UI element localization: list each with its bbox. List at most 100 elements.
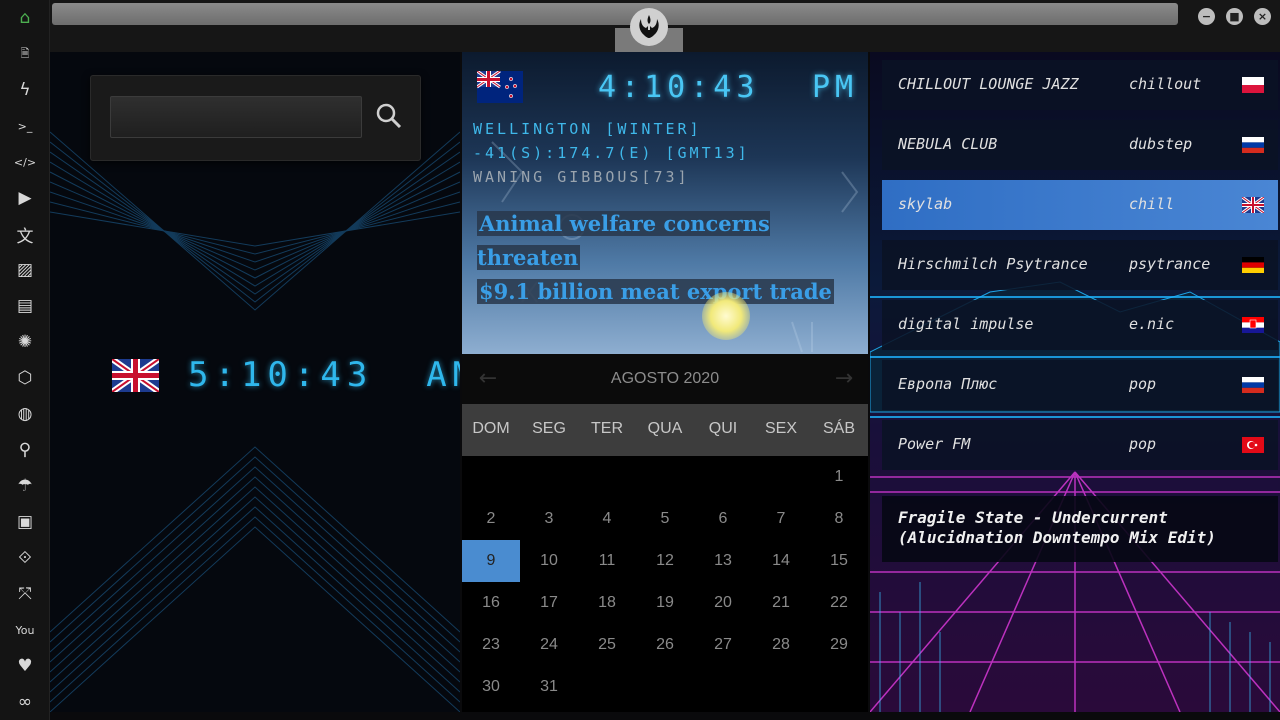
calendar-day[interactable]: 13 — [694, 540, 752, 582]
title-bar[interactable] — [52, 3, 1178, 25]
calendar-day[interactable]: 6 — [694, 498, 752, 540]
coordinates-label: -41(S):174.7(E) [GMT13] — [473, 144, 750, 162]
calendar-day[interactable]: 7 — [752, 498, 810, 540]
search-input[interactable] — [110, 96, 362, 138]
remote-ampm: PM — [812, 70, 859, 105]
station-name: digital impulse — [898, 315, 1034, 333]
radio-station-item[interactable]: CHILLOUT LOUNGE JAZZ chillout — [882, 60, 1278, 110]
station-genre: pop — [1129, 375, 1157, 393]
calendar-day[interactable]: 23 — [462, 624, 520, 666]
calendar-day[interactable]: 27 — [694, 624, 752, 666]
croatia-flag-icon — [1242, 317, 1264, 333]
home-icon[interactable]: ⌂ — [0, 0, 50, 36]
poland-flag-icon — [1242, 77, 1264, 93]
calendar-day[interactable]: 14 — [752, 540, 810, 582]
maximize-button[interactable]: ■ — [1226, 8, 1243, 25]
news-icon[interactable]: ▤ — [0, 288, 50, 324]
terminal-icon[interactable]: >_ — [0, 108, 50, 144]
weekday-label: SÁB — [822, 420, 855, 437]
search-icon[interactable] — [371, 98, 407, 134]
next-month-button[interactable]: → — [832, 366, 856, 391]
hexagon-icon[interactable]: ⬡ — [0, 360, 50, 396]
station-genre: chillout — [1129, 75, 1202, 93]
search-icon[interactable]: ⚲ — [0, 432, 50, 468]
remote-time: 4:10:43 — [598, 70, 760, 105]
contacts-icon[interactable]: ▣ — [0, 504, 50, 540]
station-genre: pop — [1129, 435, 1157, 453]
calendar-day[interactable]: 1 — [810, 456, 868, 498]
calendar-day[interactable]: 24 — [520, 624, 578, 666]
local-time: 5:10:43 AM — [188, 355, 460, 395]
news-headline[interactable]: Animal welfare concerns threaten $9.1 bi… — [477, 207, 837, 309]
translate-icon[interactable]: 文 — [0, 216, 50, 252]
radio-station-item[interactable]: Hirschmilch Psytrance psytrance — [882, 240, 1278, 290]
station-genre: chill — [1129, 195, 1175, 213]
youtube-icon[interactable]: You — [0, 612, 50, 648]
radio-station-item[interactable]: digital impulse e.nic — [882, 300, 1278, 350]
calendar-day[interactable]: 26 — [636, 624, 694, 666]
link-icon[interactable]: ⟐ — [0, 540, 50, 576]
sun-icon — [702, 292, 750, 340]
weekday-label: SEX — [764, 420, 797, 437]
radio-station-item[interactable]: NEBULA CLUB dubstep — [882, 120, 1278, 170]
weekday-label: QUI — [708, 420, 738, 437]
station-genre: e.nic — [1129, 315, 1175, 333]
minimize-button[interactable]: − — [1198, 8, 1215, 25]
rebel-logo-icon[interactable] — [630, 8, 668, 46]
calendar-day[interactable]: 4 — [578, 498, 636, 540]
russia-flag-icon — [1242, 377, 1264, 393]
calendar-day[interactable]: 25 — [578, 624, 636, 666]
news-line-2: $9.1 billion meat export trade — [477, 279, 834, 304]
local-clock-panel: 5:10:43 AM — [50, 52, 460, 712]
calendar-day[interactable]: 8 — [810, 498, 868, 540]
document-icon[interactable]: 🗎 — [0, 36, 50, 72]
station-genre: psytrance — [1129, 255, 1211, 273]
image-icon[interactable]: ▨ — [0, 252, 50, 288]
now-playing-title: Fragile State - Undercurrent (Alucidnati… — [898, 508, 1216, 547]
calendar-day[interactable]: 12 — [636, 540, 694, 582]
close-button[interactable]: × — [1254, 8, 1271, 25]
weekday-label: TER — [591, 420, 623, 437]
calendar-day[interactable]: 20 — [694, 582, 752, 624]
calendar-day[interactable]: 22 — [810, 582, 868, 624]
code-icon[interactable]: </> — [0, 144, 50, 180]
calendar-day[interactable]: 17 — [520, 582, 578, 624]
calendar-day[interactable]: 9 — [462, 540, 520, 582]
station-name: Power FM — [898, 435, 971, 453]
calendar-day[interactable]: 19 — [636, 582, 694, 624]
calendar-day[interactable]: 15 — [810, 540, 868, 582]
calendar-day[interactable]: 11 — [578, 540, 636, 582]
radio-station-item[interactable]: Power FM pop — [882, 420, 1278, 470]
calendar-weekdays: DOM SEG TER QUA QUI SEX SÁB — [462, 404, 868, 456]
calendar-day[interactable]: 16 — [462, 582, 520, 624]
globe-icon[interactable]: ◍ — [0, 396, 50, 432]
calendar-day[interactable]: 10 — [520, 540, 578, 582]
lightning-icon[interactable]: ϟ — [0, 72, 50, 108]
uk-flag-icon — [1242, 197, 1264, 213]
calendar-day[interactable]: 21 — [752, 582, 810, 624]
calendar-month: AGOSTO 2020 — [610, 370, 720, 387]
city-label: WELLINGTON [WINTER] — [473, 120, 702, 138]
radio-station-item[interactable]: Европа Плюс pop — [882, 360, 1278, 410]
calendar-day[interactable]: 28 — [752, 624, 810, 666]
calendar-day[interactable]: 30 — [462, 666, 520, 708]
play-icon[interactable]: ▶ — [0, 180, 50, 216]
calendar-day[interactable]: 31 — [520, 666, 578, 708]
calendar-day[interactable]: 29 — [810, 624, 868, 666]
infinity-icon[interactable]: ∞ — [0, 684, 50, 720]
radio-station-item[interactable]: skylab chill — [882, 180, 1278, 230]
heart-icon[interactable]: ♥ — [0, 648, 50, 684]
station-name: Европа Плюс — [898, 375, 998, 393]
calendar-day[interactable]: 5 — [636, 498, 694, 540]
calendar-day[interactable]: 18 — [578, 582, 636, 624]
umbrella-icon[interactable]: ☂ — [0, 468, 50, 504]
expand-icon[interactable]: ⤧ — [0, 576, 50, 612]
turkey-flag-icon — [1242, 437, 1264, 453]
russia-flag-icon — [1242, 137, 1264, 153]
station-name: NEBULA CLUB — [898, 135, 998, 153]
calendar-day[interactable]: 3 — [520, 498, 578, 540]
weekday-label: SEG — [532, 420, 566, 437]
rebel-icon[interactable]: ✺ — [0, 324, 50, 360]
germany-flag-icon — [1242, 257, 1264, 273]
calendar-day[interactable]: 2 — [462, 498, 520, 540]
